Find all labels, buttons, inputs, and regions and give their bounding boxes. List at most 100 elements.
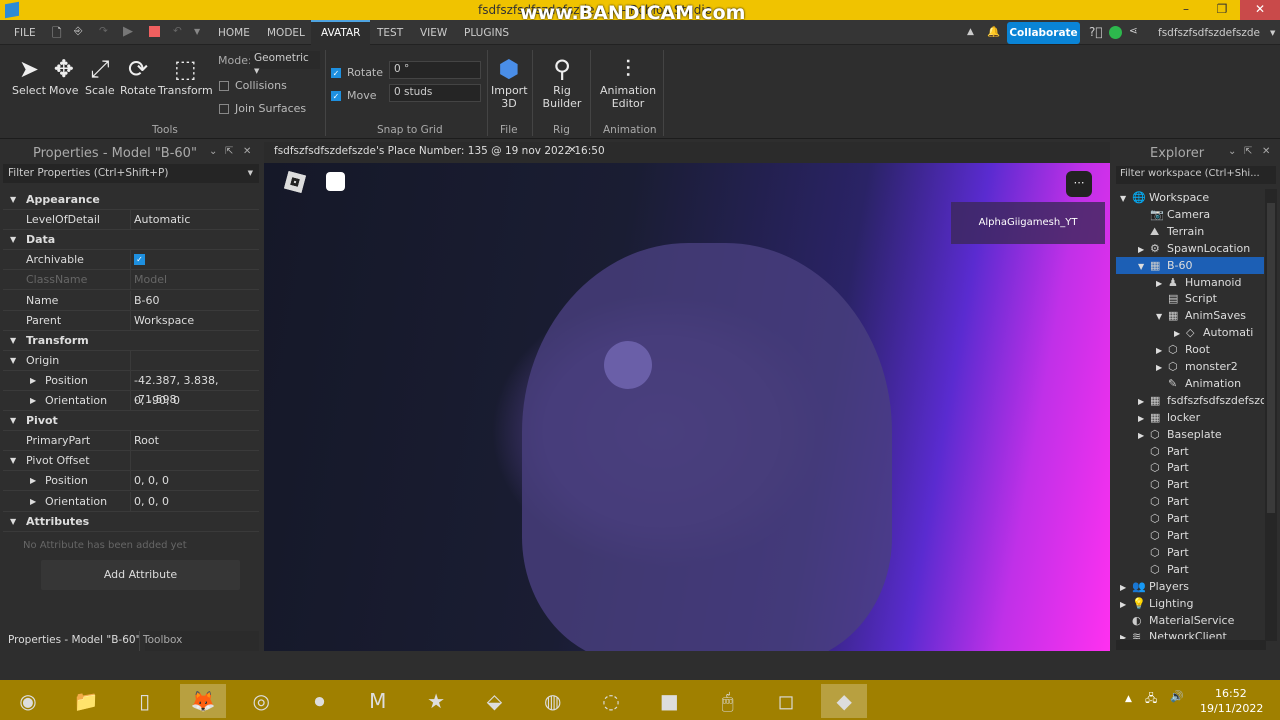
- tab-plugins[interactable]: PLUGINS: [464, 27, 509, 39]
- property-row[interactable]: ▶ Position 0, 0, 0: [3, 471, 259, 492]
- maximize-button[interactable]: ❐: [1204, 0, 1240, 20]
- property-value[interactable]: Model: [134, 270, 167, 289]
- property-section[interactable]: ▼ Appearance: [3, 190, 259, 210]
- scale-tool[interactable]: ⤢ Scale: [85, 54, 115, 97]
- share-icon[interactable]: ⋖: [1129, 25, 1138, 37]
- explorer-item[interactable]: ⬡ Part: [1116, 493, 1264, 510]
- clock-time[interactable]: 16:52: [1215, 687, 1247, 700]
- explorer-item[interactable]: ⬡ Part: [1116, 443, 1264, 460]
- expand-arrow-icon[interactable]: ▼: [10, 230, 16, 249]
- property-value[interactable]: Automatic: [134, 210, 190, 229]
- sphere-icon[interactable]: ◍: [530, 684, 576, 718]
- explorer-scrollbar[interactable]: [1265, 189, 1277, 641]
- archivable-checkbox[interactable]: ✓: [134, 254, 145, 266]
- expand-arrow-icon[interactable]: ▶: [1174, 325, 1186, 342]
- tab-test[interactable]: TEST: [377, 27, 403, 39]
- ie-icon[interactable]: ◉: [5, 684, 51, 718]
- player-name-tag[interactable]: AlphaGiigamesh_YT: [951, 202, 1105, 244]
- roblox-icon[interactable]: ◻: [763, 684, 809, 718]
- expand-arrow-icon[interactable]: ▶: [1120, 579, 1132, 596]
- status-icon[interactable]: [1109, 26, 1122, 39]
- rotate-snap-checkbox[interactable]: ✓ Rotate: [331, 66, 383, 79]
- explorer-item[interactable]: ▶ ▦ fsdfszfsdfszdefszc: [1116, 392, 1264, 409]
- collapse-ribbon-icon[interactable]: ▲: [967, 27, 974, 37]
- user-menu[interactable]: fsdfszfsdfszdefszde: [1158, 27, 1260, 39]
- explorer-item[interactable]: ▶ ▦ locker: [1116, 409, 1264, 426]
- rig-builder-button[interactable]: ⚲ Rig Builder: [542, 54, 582, 110]
- redo-icon[interactable]: ↷: [99, 25, 108, 37]
- transform-tool[interactable]: ⬚ Transform: [158, 54, 213, 97]
- property-row[interactable]: Parent Workspace: [3, 310, 259, 331]
- volume-icon[interactable]: 🔊: [1170, 690, 1184, 703]
- explorer-item[interactable]: ▶ 💡 Lighting: [1116, 595, 1264, 612]
- mouse-icon[interactable]: 🖱: [705, 684, 751, 718]
- tab-properties[interactable]: Properties - Model "B-60": [3, 631, 146, 651]
- close-panel-icon[interactable]: ✕: [243, 146, 251, 157]
- property-section[interactable]: ▼ Transform: [3, 331, 259, 351]
- expand-arrow-icon[interactable]: ▼: [1138, 258, 1150, 275]
- select-tool[interactable]: ➤ Select: [12, 54, 46, 97]
- expand-arrow-icon[interactable]: ▶: [1138, 410, 1150, 427]
- expand-arrow-icon[interactable]: ▼: [10, 411, 16, 430]
- expand-arrow-icon[interactable]: ▶: [1120, 596, 1132, 613]
- m-icon[interactable]: M: [355, 684, 401, 718]
- place-tab[interactable]: fsdfszfsdfszdefszde's Place Number: 135 …: [274, 145, 605, 157]
- firefox-icon[interactable]: 🦊: [179, 684, 226, 718]
- move-tool[interactable]: ✥ Move: [49, 54, 79, 97]
- tab-avatar[interactable]: AVATAR: [311, 20, 371, 45]
- expand-arrow-icon[interactable]: ▶: [1120, 629, 1132, 639]
- explorer-item[interactable]: ⬡ Part: [1116, 476, 1264, 493]
- explorer-item[interactable]: ◐ MaterialService: [1116, 612, 1264, 629]
- chrome-icon[interactable]: ◎: [238, 684, 284, 718]
- property-value[interactable]: 0, -90, 0: [134, 391, 180, 410]
- property-value[interactable]: B-60: [134, 291, 160, 310]
- explorer-item[interactable]: ⬡ Part: [1116, 510, 1264, 527]
- expand-arrow-icon[interactable]: ▶: [1156, 275, 1168, 292]
- property-value[interactable]: 0, 0, 0: [134, 471, 169, 490]
- chat-icon[interactable]: [326, 172, 345, 191]
- property-section[interactable]: ▼ Data: [3, 230, 259, 251]
- expand-arrow-icon[interactable]: ▶: [30, 371, 36, 390]
- open-icon[interactable]: ⎆: [74, 25, 82, 38]
- expand-arrow-icon[interactable]: ▶: [1138, 427, 1150, 444]
- move-snap-checkbox[interactable]: ✓ Move: [331, 89, 377, 102]
- property-row[interactable]: PrimaryPart Root: [3, 431, 259, 452]
- property-row[interactable]: Name B-60: [3, 290, 259, 311]
- new-file-icon[interactable]: 🗋: [52, 24, 62, 45]
- explorer-item[interactable]: ▶ ≋ NetworkClient: [1116, 628, 1264, 639]
- explorer-item[interactable]: ▼ ▦ AnimSaves: [1116, 307, 1264, 324]
- tab-view[interactable]: VIEW: [420, 27, 447, 39]
- import-3d-button[interactable]: ⬢ Import 3D: [491, 54, 528, 110]
- help-icon[interactable]: ?⃝: [1089, 25, 1103, 39]
- collisions-checkbox[interactable]: Collisions: [219, 79, 287, 92]
- explorer-item[interactable]: ⬡ Part: [1116, 527, 1264, 544]
- property-row[interactable]: ▼ Pivot Offset: [3, 451, 259, 472]
- add-attribute-button[interactable]: Add Attribute: [41, 560, 240, 590]
- expand-arrow-icon[interactable]: ▶: [1138, 393, 1150, 410]
- explorer-item[interactable]: ▤ Script: [1116, 290, 1264, 307]
- filter-properties-input[interactable]: Filter Properties (Ctrl+Shift+P) ▼: [3, 164, 259, 183]
- explorer-item[interactable]: ⬡ Part: [1116, 544, 1264, 561]
- explorer-item[interactable]: ▶ ⬡ Root: [1116, 341, 1264, 358]
- filter-workspace-input[interactable]: Filter workspace (Ctrl+Shi...: [1116, 166, 1276, 184]
- explorer-item[interactable]: ⛰ Terrain: [1116, 223, 1264, 240]
- tab-home[interactable]: HOME: [218, 27, 250, 39]
- roblox-studio-icon[interactable]: ◆: [821, 684, 868, 718]
- star-icon[interactable]: ★: [413, 684, 459, 718]
- red-app-icon[interactable]: ■: [646, 684, 692, 718]
- explorer-item[interactable]: ▼ 🌐 Workspace: [1116, 189, 1264, 206]
- obs-icon[interactable]: ◌: [588, 684, 634, 718]
- property-value[interactable]: 0, 0, 0: [134, 492, 169, 511]
- expand-arrow-icon[interactable]: ▼: [1120, 190, 1132, 207]
- close-tab-icon[interactable]: ✕: [568, 145, 576, 156]
- close-panel-icon[interactable]: ✕: [1262, 146, 1270, 157]
- move-snap-input[interactable]: 0 studs: [389, 84, 481, 102]
- rotate-snap-input[interactable]: 0 °: [389, 61, 481, 79]
- expand-arrow-icon[interactable]: ▼: [10, 451, 16, 470]
- close-button[interactable]: ✕: [1240, 0, 1280, 20]
- quick-access-dropdown-icon[interactable]: ▼: [194, 27, 200, 36]
- roblox-menu-icon[interactable]: [283, 170, 307, 194]
- mode-dropdown[interactable]: Geometric ▼: [250, 51, 320, 75]
- explorer-horizontal-scrollbar[interactable]: [1116, 640, 1266, 650]
- rotate-tool[interactable]: ⟳ Rotate: [120, 54, 156, 97]
